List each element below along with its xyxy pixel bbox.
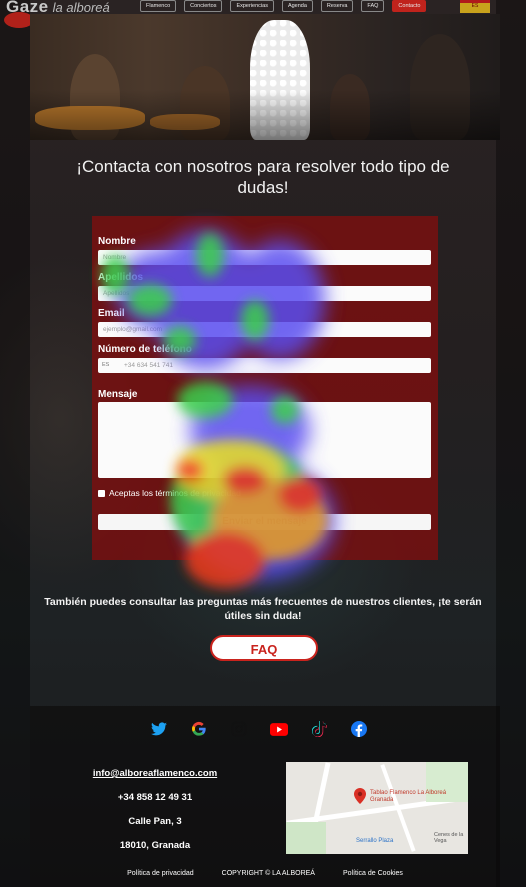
phone-input[interactable]: ES +34 634 541 741: [98, 358, 431, 373]
contact-form: Nombre Nombre Apellidos Apellidos Email …: [92, 216, 438, 560]
phone-label: Número de teléfono: [98, 344, 192, 355]
site-header: Gaze la alboreá Flamenco Conciertos Expe…: [0, 0, 526, 28]
nav-item-contacto[interactable]: Contacto: [392, 0, 427, 12]
nav-item-faq[interactable]: FAQ: [361, 0, 385, 12]
map-poi-label: Serrallo Plaza: [356, 838, 394, 844]
map-place-label: Tablao Flamenco La Alboreá Granada: [370, 790, 447, 803]
left-margin: [0, 0, 30, 887]
email-label: Email: [98, 308, 125, 319]
city-postcode: 18010, Granada: [119, 840, 191, 851]
main-nav: Flamenco Conciertos Experiencias Agenda …: [140, 0, 427, 12]
map-area-label: Cenes de la Vega: [434, 832, 464, 844]
contact-info: info@alboreaflamenco.com +34 858 12 49 3…: [75, 764, 235, 860]
nav-item-reserva[interactable]: Reserva: [320, 0, 354, 12]
site-footer: info@alboreaflamenco.com +34 858 12 49 3…: [30, 706, 500, 887]
country-code-select[interactable]: ES: [102, 358, 109, 373]
phone-placeholder: +34 634 541 741: [124, 362, 173, 369]
language-flag-icon[interactable]: ES: [460, 0, 490, 13]
instagram-icon[interactable]: [230, 720, 248, 738]
facebook-icon[interactable]: [350, 720, 368, 738]
terms-label: Aceptas los términos de privacidad: [109, 488, 241, 498]
hero-image: [30, 14, 500, 140]
social-icons: [150, 720, 368, 738]
nav-item-agenda[interactable]: Agenda: [281, 0, 313, 12]
phone-number[interactable]: +34 858 12 49 31: [75, 788, 235, 812]
email-input[interactable]: ejemplo@gmail.com: [98, 322, 431, 337]
name-label: Nombre: [98, 236, 136, 247]
faq-description: También puedes consultar las preguntas m…: [44, 596, 482, 622]
tiktok-icon[interactable]: [310, 720, 328, 738]
faq-button[interactable]: FAQ: [210, 635, 318, 661]
street-address: Calle Pan, 3: [128, 816, 182, 827]
surname-label: Apellidos: [98, 272, 144, 283]
page-title: ¡Contacta con nosotros para resolver tod…: [76, 157, 450, 197]
name-input[interactable]: Nombre: [98, 250, 431, 265]
page: Gaze la alboreá Flamenco Conciertos Expe…: [0, 0, 526, 887]
twitter-icon[interactable]: [150, 720, 168, 738]
email-link[interactable]: info@alboreaflamenco.com: [75, 764, 235, 788]
terms-checkbox[interactable]: [98, 489, 105, 497]
nav-item-conciertos[interactable]: Conciertos: [184, 0, 223, 12]
terms-checkbox-row[interactable]: Aceptas los términos de privacidad: [98, 488, 241, 498]
legal-links: Política de privacidad COPYRIGHT © LA AL…: [30, 870, 500, 877]
google-icon[interactable]: [190, 720, 208, 738]
nav-item-flamenco[interactable]: Flamenco: [140, 0, 177, 12]
copyright-text: COPYRIGHT © LA ALBOREÁ: [221, 870, 315, 877]
right-margin: [496, 0, 526, 887]
send-message-button[interactable]: Enviar el mensaje: [98, 514, 431, 530]
message-textarea[interactable]: [98, 402, 431, 478]
privacy-policy-link[interactable]: Política de privacidad: [127, 870, 194, 877]
logo-brand: la alboreá: [52, 0, 110, 15]
surname-input[interactable]: Apellidos: [98, 286, 431, 301]
message-label: Mensaje: [98, 389, 138, 400]
location-map[interactable]: Tablao Flamenco La Alboreá Granada Serra…: [286, 762, 468, 854]
map-pin-icon: [354, 788, 366, 809]
nav-item-experiencias[interactable]: Experiencias: [230, 0, 274, 12]
cookie-policy-link[interactable]: Política de Cookies: [343, 870, 403, 877]
youtube-icon[interactable]: [270, 720, 288, 738]
